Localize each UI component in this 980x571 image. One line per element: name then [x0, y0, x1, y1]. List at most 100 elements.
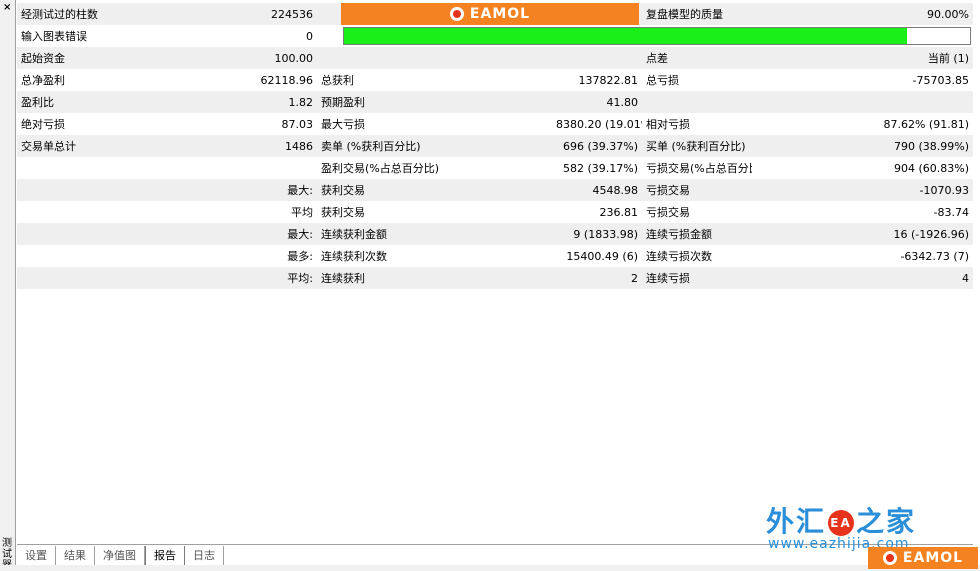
- report-value: 224536: [182, 3, 317, 25]
- close-icon[interactable]: ×: [3, 3, 11, 13]
- report-table: 经测试过的柱数 224536 EAMOL 复盘模型的质量 90.00% 输入图表错误 0 起始…: [17, 3, 973, 289]
- report-label: [17, 201, 182, 223]
- report-label: 连续获利金额: [317, 223, 552, 245]
- report-value: 最大:: [182, 179, 317, 201]
- report-label: [17, 223, 182, 245]
- status-strip: [0, 565, 980, 571]
- report-value: 1486: [182, 135, 317, 157]
- report-row: 最大: 连续获利金额 9 (1833.98) 连续亏损金额 16 (-1926.96): [17, 223, 973, 245]
- report-label: 连续亏损金额: [642, 223, 752, 245]
- report-label: 交易单总计: [17, 135, 182, 157]
- report-row: 总净盈利 62118.96 总获利 137822.81 总亏损 -75703.85: [17, 69, 973, 91]
- report-label: 总获利: [317, 69, 552, 91]
- report-label: 连续亏损次数: [642, 245, 752, 267]
- quality-progress-fill: [344, 28, 908, 44]
- report-row: 平均: 连续获利 2 连续亏损 4: [17, 267, 973, 289]
- report-value: 2: [552, 267, 642, 289]
- report-row: 盈利比 1.82 预期盈利 41.80: [17, 91, 973, 113]
- report-label: [317, 47, 552, 69]
- report-label: 获利交易: [317, 179, 552, 201]
- report-label: 预期盈利: [317, 91, 552, 113]
- report-label: [17, 157, 182, 179]
- corner-logo-text: EAMOL: [902, 550, 964, 566]
- report-value: 62118.96: [182, 69, 317, 91]
- report-row: 输入图表错误 0: [17, 25, 973, 47]
- report-label: 最大亏损: [317, 113, 552, 135]
- report-label: 连续获利次数: [317, 245, 552, 267]
- report-label: 连续获利: [317, 267, 552, 289]
- report-value: 8380.20 (19.01%): [552, 113, 642, 135]
- report-value: 137822.81: [552, 69, 642, 91]
- report-label: 相对亏损: [642, 113, 752, 135]
- report-value: 100.00: [182, 47, 317, 69]
- report-value: 16 (-1926.96): [752, 223, 973, 245]
- report-label: 盈利比: [17, 91, 182, 113]
- tab-journal[interactable]: 日志: [185, 546, 224, 566]
- tester-side-strip: × 测试器: [0, 0, 16, 571]
- report-panel: 经测试过的柱数 224536 EAMOL 复盘模型的质量 90.00% 输入图表错误 0 起始…: [17, 3, 973, 289]
- watermark-seal-icon: EA: [828, 510, 855, 536]
- watermark-brand: 外汇 EA 之家: [766, 500, 916, 540]
- quality-progress-bar: [343, 27, 971, 45]
- report-label: 买单 (%获利百分比): [642, 135, 752, 157]
- report-value: 582 (39.17%): [552, 157, 642, 179]
- report-value: 904 (60.83%): [752, 157, 973, 179]
- watermark-text-b: 之家: [856, 505, 917, 538]
- report-value: 4548.98: [552, 179, 642, 201]
- quality-value: 90.00%: [752, 3, 973, 25]
- report-label: 总亏损: [642, 69, 752, 91]
- report-value: 87.62% (91.81): [752, 113, 973, 135]
- quality-label: 复盘模型的质量: [642, 3, 752, 25]
- report-row: 平均 获利交易 236.81 亏损交易 -83.74: [17, 201, 973, 223]
- report-row: 起始资金 100.00 点差 当前 (1): [17, 47, 973, 69]
- tab-results[interactable]: 结果: [56, 546, 95, 566]
- report-value: 15400.49 (6): [552, 245, 642, 267]
- report-value: 0: [182, 25, 317, 47]
- report-value: 1.82: [182, 91, 317, 113]
- report-value: 最大:: [182, 223, 317, 245]
- tab-report[interactable]: 报告: [145, 546, 185, 567]
- report-label: [17, 245, 182, 267]
- report-value: -83.74: [752, 201, 973, 223]
- report-row: 绝对亏损87.03最大亏损8380.20 (19.01%)相对亏损87.62% …: [17, 113, 973, 135]
- report-label: 盈利交易(%占总百分比): [317, 157, 552, 179]
- quality-bar-cell: [317, 25, 973, 47]
- report-label: 点差: [642, 47, 752, 69]
- report-value: 最多:: [182, 245, 317, 267]
- report-value: [752, 91, 973, 113]
- report-row: 交易单总计 1486 卖单 (%获利百分比) 696 (39.37%) 买单 (%获利百…: [17, 135, 973, 157]
- report-row: 最多: 连续获利次数 15400.49 (6) 连续亏损次数 -6342.73 (7): [17, 245, 973, 267]
- tab-settings[interactable]: 设置: [17, 546, 56, 566]
- report-value: 41.80: [552, 91, 642, 113]
- report-value: 87.03: [182, 113, 317, 135]
- eamol-banner: EAMOL: [317, 3, 642, 25]
- report-value: 236.81: [552, 201, 642, 223]
- report-value: 平均: [182, 201, 317, 223]
- report-value: 9 (1833.98): [552, 223, 642, 245]
- report-label: 起始资金: [17, 47, 182, 69]
- watermark-text-a: 外汇: [766, 505, 827, 538]
- corner-eamol-logo: EAMOL: [868, 547, 978, 569]
- report-label: [642, 91, 752, 113]
- banner-logo-text: EAMOL: [469, 6, 531, 22]
- report-label: 绝对亏损: [17, 113, 182, 135]
- report-label: 获利交易: [317, 201, 552, 223]
- report-label: 经测试过的柱数: [17, 3, 182, 25]
- report-label: 输入图表错误: [17, 25, 182, 47]
- report-row: 最大: 获利交易 4548.98 亏损交易 -1070.93: [17, 179, 973, 201]
- report-value: 平均:: [182, 267, 317, 289]
- report-label: 亏损交易(%占总百分比): [642, 157, 752, 179]
- report-row: 盈利交易(%占总百分比)582 (39.17%)亏损交易(%占总百分比)904 …: [17, 157, 973, 179]
- report-label: 总净盈利: [17, 69, 182, 91]
- tab-equity-chart[interactable]: 净值图: [95, 546, 145, 566]
- report-label: 卖单 (%获利百分比): [317, 135, 552, 157]
- report-value: [182, 157, 317, 179]
- report-value: 4: [752, 267, 973, 289]
- report-label: [17, 267, 182, 289]
- report-value: -1070.93: [752, 179, 973, 201]
- report-value: 当前 (1): [752, 47, 973, 69]
- report-row: 经测试过的柱数 224536 EAMOL 复盘模型的质量 90.00%: [17, 3, 973, 25]
- report-label: 亏损交易: [642, 179, 752, 201]
- eamol-logo-icon: [882, 551, 897, 565]
- report-label: 连续亏损: [642, 267, 752, 289]
